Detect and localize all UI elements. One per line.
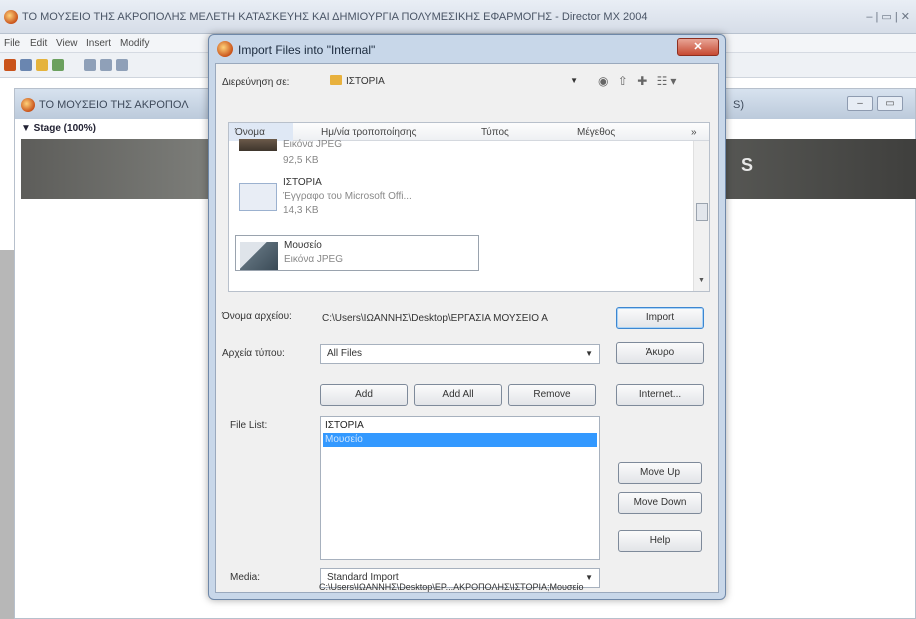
stage-title: ΤΟ ΜΟΥΣΕΙΟ ΤΗΣ ΑΚΡΟΠΟΛ: [39, 99, 189, 111]
help-button[interactable]: Help: [618, 530, 702, 552]
move-up-button[interactable]: Move Up: [618, 462, 702, 484]
file-name: Μουσείο: [284, 240, 322, 251]
cut-icon[interactable]: [84, 59, 96, 71]
list-item-selected[interactable]: Μουσείο: [323, 433, 597, 447]
import-icon[interactable]: [52, 59, 64, 71]
stage-title-suffix: S): [733, 99, 744, 111]
cancel-button[interactable]: Άκυρο: [616, 342, 704, 364]
list-item[interactable]: ΙΣΤΟΡΙΑ: [323, 419, 597, 433]
column-date-modified[interactable]: Ημ/νία τροποποίησης: [321, 127, 416, 138]
chevron-down-icon: ▼: [570, 76, 578, 85]
list-item[interactable]: ΙΣΤΟΡΙΑ Έγγραφο του Microsoft Offi... 14…: [239, 177, 479, 223]
filetype-label: Αρχεία τύπου:: [222, 348, 285, 359]
file-name: ΙΣΤΟΡΙΑ: [283, 177, 322, 188]
copy-icon[interactable]: [100, 59, 112, 71]
file-type: Εικόνα JPEG: [283, 139, 343, 150]
scroll-down-icon[interactable]: ▼: [698, 277, 705, 284]
file-list-label: File List:: [230, 420, 268, 431]
menu-file[interactable]: File: [4, 38, 20, 49]
director-logo-icon: [217, 41, 233, 57]
filetype-select[interactable]: All Files ▼: [320, 344, 600, 364]
look-in-combo[interactable]: ΙΣΤΟΡΙΑ ▼: [324, 72, 584, 92]
folder-icon: [330, 75, 342, 85]
chevron-down-icon: ▼: [585, 349, 593, 358]
media-label: Media:: [230, 572, 261, 583]
close-button[interactable]: ✕: [677, 38, 719, 56]
list-item[interactable]: Εικόνα JPEG 92,5 KB: [239, 139, 479, 169]
add-all-button[interactable]: Add All: [414, 384, 502, 406]
window-controls[interactable]: – | ▭ | ✕: [866, 10, 910, 23]
internet-button[interactable]: Internet...: [616, 384, 704, 406]
chevron-down-icon: ▼: [585, 573, 593, 582]
list-item[interactable]: Μουσείο Εικόνα JPEG: [235, 235, 479, 271]
navigation-icons[interactable]: ◉ ⇧ ✚ ☷▾: [598, 74, 679, 88]
column-size[interactable]: Μέγεθος: [577, 127, 615, 138]
remove-button[interactable]: Remove: [508, 384, 596, 406]
paste-icon[interactable]: [116, 59, 128, 71]
file-browser-list[interactable]: Όνομα Ημ/νία τροποποίησης Τύπος Μέγεθος …: [228, 122, 710, 292]
column-more-icon[interactable]: »: [691, 127, 697, 138]
stage-maximize-button[interactable]: ▭: [877, 96, 903, 111]
import-dialog: Import Files into "Internal" ✕ Διερεύνησ…: [208, 34, 726, 600]
director-logo-icon: [4, 10, 18, 24]
add-button[interactable]: Add: [320, 384, 408, 406]
menu-view[interactable]: View: [56, 38, 78, 49]
image-thumbnail-icon: [240, 242, 278, 270]
filename-label: Όνομα αρχείου:: [222, 311, 292, 322]
dialog-titlebar[interactable]: Import Files into "Internal" ✕: [209, 35, 725, 63]
open-icon[interactable]: [20, 59, 32, 71]
app-titlebar: ΤΟ ΜΟΥΣΕΙΟ ΤΗΣ ΑΚΡΟΠΟΛΗΣ ΜΕΛΕΤΗ ΚΑΤΑΣΚΕΥ…: [0, 0, 916, 34]
scrollbar-thumb[interactable]: [696, 203, 708, 221]
import-file-list[interactable]: ΙΣΤΟΡΙΑ Μουσείο: [320, 416, 600, 560]
filename-input[interactable]: C:\Users\ΙΩΑΝΝΗΣ\Desktop\ΕΡΓΑΣΙΑ ΜΟΥΣΕΙΟ…: [316, 310, 600, 330]
column-type[interactable]: Τύπος: [481, 127, 509, 138]
stage-canvas-text: S: [741, 155, 754, 175]
app-title: ΤΟ ΜΟΥΣΕΙΟ ΤΗΣ ΑΚΡΟΠΟΛΗΣ ΜΕΛΕΤΗ ΚΑΤΑΣΚΕΥ…: [22, 11, 648, 23]
look-in-label: Διερεύνηση σε:: [222, 77, 290, 88]
save-icon[interactable]: [36, 59, 48, 71]
image-thumbnail-icon: [239, 139, 277, 151]
director-logo-icon: [21, 98, 35, 112]
menu-insert[interactable]: Insert: [86, 38, 111, 49]
menu-modify[interactable]: Modify: [120, 38, 149, 49]
menu-edit[interactable]: Edit: [30, 38, 47, 49]
file-size: 92,5 KB: [283, 155, 319, 166]
stage-label[interactable]: ▼ Stage (100%): [21, 123, 96, 134]
left-panel-edge: [0, 250, 14, 619]
filetype-value: All Files: [327, 348, 363, 359]
dialog-title: Import Files into "Internal": [238, 43, 376, 57]
file-type: Έγγραφο του Microsoft Offi...: [283, 191, 412, 202]
move-down-button[interactable]: Move Down: [618, 492, 702, 514]
new-icon[interactable]: [4, 59, 16, 71]
vertical-scrollbar[interactable]: ▼: [693, 141, 709, 291]
file-size: 14,3 KB: [283, 205, 319, 216]
file-type: Εικόνα JPEG: [284, 254, 344, 265]
word-document-icon: [239, 183, 277, 211]
selected-path-text: C:\Users\ΙΩΑΝΝΗΣ\Desktop\ΕΡ...ΑΚΡΟΠΟΛΗΣ\…: [319, 582, 584, 592]
import-button[interactable]: Import: [616, 307, 704, 329]
dialog-body: Διερεύνηση σε: ΙΣΤΟΡΙΑ ▼ ◉ ⇧ ✚ ☷▾ Όνομα …: [215, 63, 719, 593]
stage-minimize-button[interactable]: –: [847, 96, 873, 111]
look-in-value: ΙΣΤΟΡΙΑ: [346, 76, 385, 87]
